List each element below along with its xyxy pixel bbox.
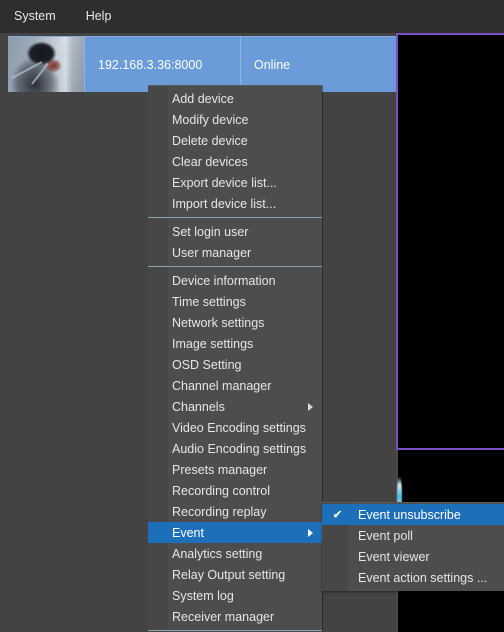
context-menu-items: Add device Modify device Delete device Clea… — [148, 88, 322, 632]
device-list-row[interactable]: 192.168.3.36:8000 Online — [8, 36, 396, 92]
menu-item-label: Device information — [172, 273, 276, 288]
submenu-item-label: Event poll — [358, 528, 413, 543]
menu-item-analytics-setting[interactable]: Analytics setting — [148, 543, 322, 564]
menu-bar: System Help — [0, 0, 504, 33]
submenu-item-label: Event unsubscribe — [358, 507, 461, 522]
menu-separator — [148, 217, 322, 218]
menu-item-import-device-list[interactable]: Import device list... — [148, 193, 322, 214]
device-thumbnail — [8, 37, 85, 92]
menu-item-video-encoding-settings[interactable]: Video Encoding settings — [148, 417, 322, 438]
menu-item-event[interactable]: Event — [148, 522, 322, 543]
menu-item-channel-manager[interactable]: Channel manager — [148, 375, 322, 396]
menu-item-label: Analytics setting — [172, 546, 263, 561]
menu-item-label: System log — [172, 588, 234, 603]
menu-item-label: OSD Setting — [172, 357, 242, 372]
chevron-right-icon — [308, 402, 313, 411]
menu-item-modify-device[interactable]: Modify device — [148, 109, 322, 130]
menu-item-set-login-user[interactable]: Set login user — [148, 221, 322, 242]
device-address-cell: 192.168.3.36:8000 — [85, 37, 241, 92]
menu-item-time-settings[interactable]: Time settings — [148, 291, 322, 312]
menu-item-label: Presets manager — [172, 462, 268, 477]
video-frame-border — [396, 33, 504, 450]
menu-item-label: Channels — [172, 399, 225, 414]
menu-item-delete-device[interactable]: Delete device — [148, 130, 322, 151]
menu-item-label: Recording replay — [172, 504, 267, 519]
menu-item-channels[interactable]: Channels — [148, 396, 322, 417]
menu-item-label: Delete device — [172, 133, 248, 148]
menu-item-audio-encoding-settings[interactable]: Audio Encoding settings — [148, 438, 322, 459]
menu-item-label: Relay Output setting — [172, 567, 286, 582]
menu-separator — [148, 266, 322, 267]
menu-item-label: Modify device — [172, 112, 249, 127]
menu-item-export-device-list[interactable]: Export device list... — [148, 172, 322, 193]
menu-item-label: Import device list... — [172, 196, 277, 211]
menu-item-label: Clear devices — [172, 154, 248, 169]
menu-item-label: User manager — [172, 245, 252, 260]
menu-item-label: Event — [172, 525, 204, 540]
menu-item-label: Set login user — [172, 224, 249, 239]
event-submenu-items: ✔ Event unsubscribe Event poll Event viewer… — [322, 504, 504, 588]
event-submenu: ✔ Event unsubscribe Event poll Event viewer… — [322, 502, 504, 591]
submenu-item-label: Event viewer — [358, 549, 430, 564]
menu-item-label: Channel manager — [172, 378, 272, 393]
thumbnail-highlight-streak — [58, 37, 73, 92]
menu-item-osd-setting[interactable]: OSD Setting — [148, 354, 322, 375]
menu-item-label: Receiver manager — [172, 609, 275, 624]
menu-item-label: Recording control — [172, 483, 270, 498]
device-context-menu: Add device Modify device Delete device Clea… — [148, 85, 322, 632]
menu-item-label: Audio Encoding settings — [172, 441, 307, 456]
menu-item-recording-replay[interactable]: Recording replay — [148, 501, 322, 522]
menu-item-user-manager[interactable]: User manager — [148, 242, 322, 263]
submenu-item-event-action-settings[interactable]: Event action settings ... — [322, 567, 504, 588]
submenu-item-event-poll[interactable]: Event poll — [322, 525, 504, 546]
menu-item-label: Network settings — [172, 315, 265, 330]
menu-item-image-settings[interactable]: Image settings — [148, 333, 322, 354]
menu-item-label: Add device — [172, 91, 234, 106]
menu-item-network-settings[interactable]: Network settings — [148, 312, 322, 333]
device-status-cell: Online — [254, 57, 291, 72]
menu-item-clear-devices[interactable]: Clear devices — [148, 151, 322, 172]
menu-item-recording-control[interactable]: Recording control — [148, 480, 322, 501]
submenu-item-label: Event action settings ... — [358, 570, 488, 585]
menu-item-label: Time settings — [172, 294, 246, 309]
menu-item-label: Image settings — [172, 336, 254, 351]
submenu-item-event-viewer[interactable]: Event viewer — [322, 546, 504, 567]
menu-item-system-log[interactable]: System log — [148, 585, 322, 606]
menu-item-receiver-manager[interactable]: Receiver manager — [148, 606, 322, 627]
menubar-item-help[interactable]: Help — [84, 6, 122, 27]
application-window: System Help 192.168.3.36:8000 Online Add… — [0, 0, 504, 632]
menu-item-label: Export device list... — [172, 175, 277, 190]
menu-separator — [148, 630, 322, 631]
menubar-item-system[interactable]: System — [12, 6, 66, 27]
check-icon: ✔ — [332, 507, 343, 521]
menu-item-relay-output-setting[interactable]: Relay Output setting — [148, 564, 322, 585]
submenu-item-event-unsubscribe[interactable]: ✔ Event unsubscribe — [322, 504, 504, 525]
menu-item-add-device[interactable]: Add device — [148, 88, 322, 109]
menu-item-presets-manager[interactable]: Presets manager — [148, 459, 322, 480]
chevron-right-icon — [308, 528, 313, 537]
menu-item-label: Video Encoding settings — [172, 420, 306, 435]
menu-item-device-information[interactable]: Device information — [148, 270, 322, 291]
